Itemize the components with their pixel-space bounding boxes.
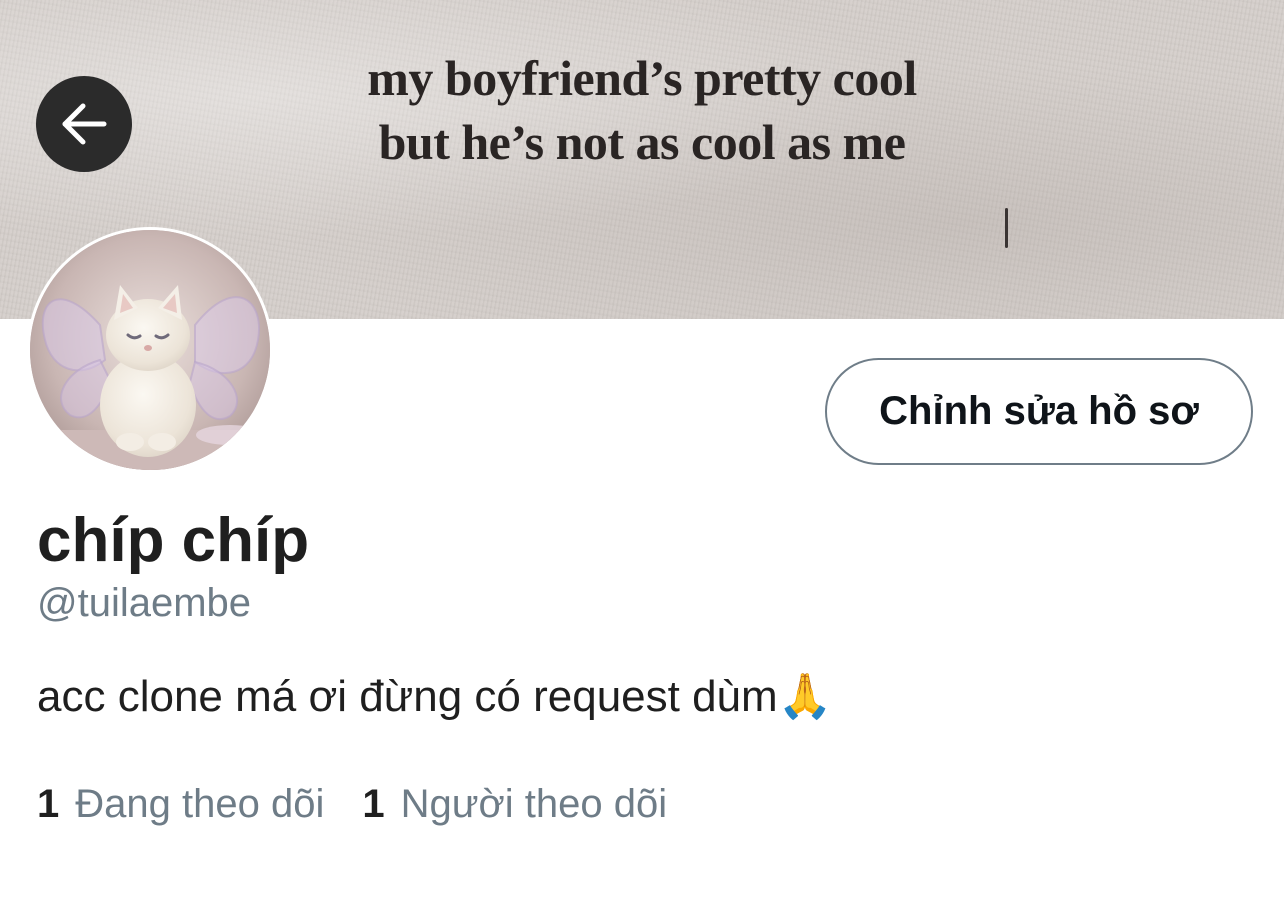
back-button[interactable]: [36, 76, 132, 172]
followers-label: Người theo dõi: [400, 782, 668, 826]
followers-link[interactable]: 1 Người theo dõi: [362, 780, 667, 828]
following-label: Đang theo dõi: [75, 782, 325, 826]
banner-quote-line-1: my boyfriend’s pretty cool: [367, 50, 917, 106]
cat-illustration-icon: [30, 230, 270, 470]
banner-ink-mark: [1005, 208, 1008, 248]
edit-profile-button[interactable]: Chỉnh sửa hồ sơ: [825, 358, 1253, 465]
followers-count: 1: [362, 782, 385, 826]
banner-quote: my boyfriend’s pretty cool but he’s not …: [0, 46, 1284, 174]
banner-quote-line-2: but he’s not as cool as me: [378, 114, 906, 170]
profile-bio: acc clone má ơi đừng có request dùm🙏: [37, 672, 833, 721]
username-handle: @tuilaembe: [37, 581, 252, 625]
arrow-left-icon: [62, 103, 107, 145]
follow-stats: 1 Đang theo dõi 1 Người theo dõi: [37, 780, 667, 828]
display-name: chíp chíp: [37, 506, 310, 575]
avatar-image: [30, 230, 270, 470]
avatar[interactable]: [27, 227, 273, 473]
following-link[interactable]: 1 Đang theo dõi: [37, 780, 324, 828]
following-count: 1: [37, 782, 60, 826]
profile-page: my boyfriend’s pretty cool but he’s not …: [0, 0, 1284, 924]
